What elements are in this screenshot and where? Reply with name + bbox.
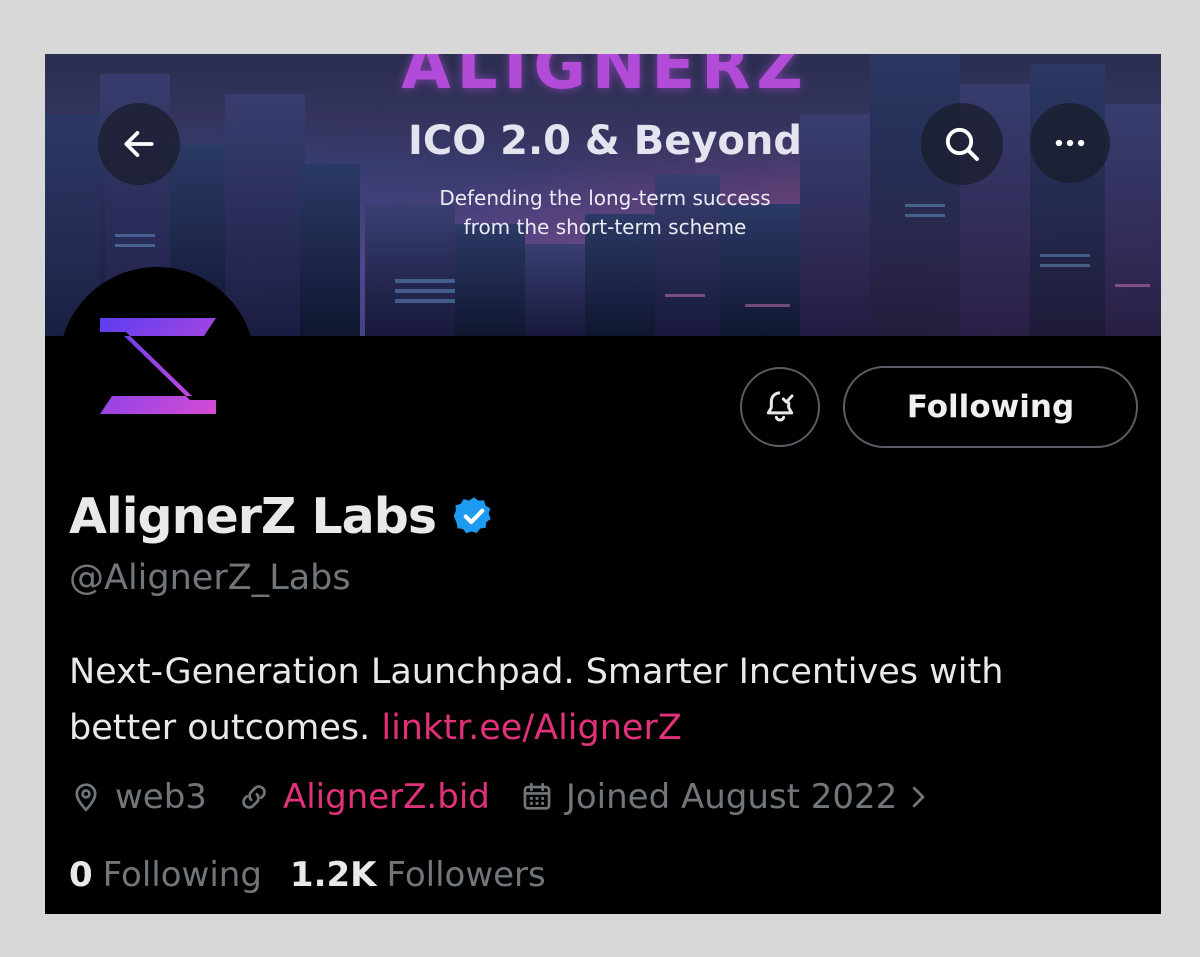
bell-check-icon bbox=[766, 391, 794, 422]
following-label[interactable]: Following bbox=[103, 855, 262, 895]
following-button[interactable]: Following bbox=[843, 366, 1138, 448]
avatar[interactable] bbox=[59, 267, 255, 463]
location-text: web3 bbox=[115, 777, 207, 817]
calendar-icon bbox=[523, 782, 551, 810]
bio: Next-Generation Launchpad. Smarter Incen… bbox=[69, 644, 1119, 756]
search-button[interactable] bbox=[921, 103, 1003, 185]
search-icon bbox=[945, 127, 979, 161]
banner-title: ICO 2.0 & Beyond bbox=[407, 118, 803, 164]
banner-subtitle-line2: from the short-term scheme bbox=[463, 215, 747, 239]
more-options-button[interactable] bbox=[1030, 103, 1110, 183]
followers-count[interactable]: 1.2K bbox=[290, 855, 377, 895]
bio-link[interactable]: linktr.ee/AlignerZ bbox=[381, 708, 681, 748]
joined-item[interactable]: Joined August 2022 bbox=[520, 777, 933, 817]
banner-subtitle-line1: Defending the long-term success bbox=[439, 186, 771, 210]
verified-badge-icon-svg bbox=[453, 497, 491, 534]
location-item: web3 bbox=[69, 777, 207, 817]
user-handle: @AlignerZ_Labs bbox=[69, 558, 351, 598]
display-name: AlignerZ Labs bbox=[69, 487, 437, 545]
name-row: AlignerZ Labs bbox=[69, 484, 496, 548]
notifications-button[interactable] bbox=[740, 367, 820, 447]
profile-meta: web3 AlignerZ.bid Joined August 2022 bbox=[69, 772, 963, 822]
profile-screen: ALIGNERZ ICO 2.0 & Beyond Defending the … bbox=[45, 54, 1161, 914]
link-icon bbox=[242, 785, 266, 809]
back-arrow-icon bbox=[124, 131, 154, 157]
follow-stats: 0 Following 1.2K Followers bbox=[69, 850, 574, 900]
chevron-right-icon bbox=[913, 786, 925, 808]
alignerz-logo-icon bbox=[100, 318, 216, 414]
followers-label[interactable]: Followers bbox=[386, 855, 545, 895]
website-item[interactable]: AlignerZ.bid bbox=[237, 777, 490, 817]
banner-subtitle: Defending the long-term success from the… bbox=[345, 184, 865, 242]
more-icon bbox=[1055, 139, 1085, 147]
location-icon bbox=[75, 783, 97, 812]
back-button[interactable] bbox=[98, 103, 180, 185]
joined-date: Joined August 2022 bbox=[565, 777, 898, 817]
following-count[interactable]: 0 bbox=[69, 855, 93, 895]
website-link[interactable]: AlignerZ.bid bbox=[283, 777, 490, 817]
banner-logo-text: ALIGNERZ bbox=[401, 54, 809, 104]
verified-badge-icon[interactable] bbox=[452, 494, 496, 538]
